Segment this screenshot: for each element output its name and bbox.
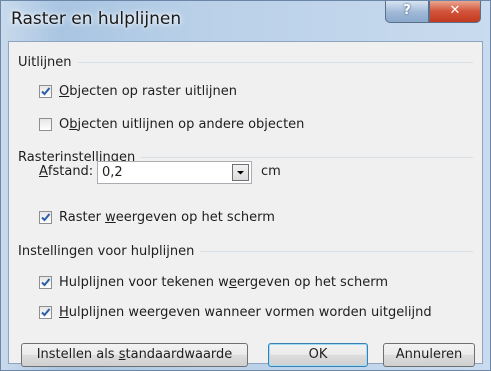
smart-guides-label: Hulplijnen weergeven wanneer vormen word… [59, 305, 432, 320]
dialog-window: Raster en hulplijnen ? ✕ Uitlijnen Objec… [0, 0, 491, 371]
checkbox-box[interactable] [39, 211, 52, 224]
title-bar: Raster en hulplijnen ? ✕ [1, 1, 490, 41]
checkmark-icon [41, 87, 51, 96]
spacing-unit: cm [261, 164, 281, 179]
ok-button[interactable]: OK [268, 343, 368, 367]
divider [200, 250, 473, 252]
set-as-default-button[interactable]: Instellen als standaardwaarde [21, 343, 248, 367]
snap-to-grid-label: Objecten op raster uitlijnen [59, 84, 237, 99]
spacing-combobox[interactable]: 0,2 [97, 161, 252, 184]
dialog-title: Raster en hulplijnen [11, 9, 182, 29]
divider [77, 61, 473, 63]
snap-to-objects-checkbox[interactable]: Objecten uitlijnen op andere objecten [39, 117, 304, 132]
help-icon: ? [403, 3, 411, 18]
close-button[interactable]: ✕ [429, 1, 481, 23]
drawing-guides-label: Hulplijnen voor tekenen weergeven op het… [59, 275, 388, 290]
spacing-label: Afstand: [39, 164, 94, 179]
drawing-guides-checkbox[interactable]: Hulplijnen voor tekenen weergeven op het… [39, 275, 388, 290]
guides-group-header: Instellingen voor hulplijnen [18, 243, 473, 259]
align-group-header: Uitlijnen [18, 54, 473, 70]
help-button[interactable]: ? [385, 1, 429, 23]
close-icon: ✕ [449, 3, 461, 18]
checkbox-box[interactable] [39, 306, 52, 319]
show-grid-label: Raster weergeven op het scherm [59, 210, 275, 225]
checkbox-box[interactable] [39, 118, 52, 131]
checkbox-box[interactable] [39, 85, 52, 98]
checkmark-icon [41, 213, 51, 222]
dropdown-button[interactable] [232, 164, 249, 181]
divider [141, 156, 473, 158]
smart-guides-checkbox[interactable]: Hulplijnen weergeven wanneer vormen word… [39, 305, 432, 320]
cancel-button[interactable]: Annuleren [383, 343, 475, 367]
guides-group-title: Instellingen voor hulplijnen [18, 243, 195, 259]
checkmark-icon [41, 308, 51, 317]
dialog-body: Uitlijnen Objecten op raster uitlijnen O… [8, 41, 483, 367]
chevron-down-icon [237, 171, 244, 175]
snap-to-objects-label: Objecten uitlijnen op andere objecten [59, 117, 305, 132]
snap-to-grid-checkbox[interactable]: Objecten op raster uitlijnen [39, 84, 237, 99]
checkbox-box[interactable] [39, 276, 52, 289]
checkmark-icon [41, 278, 51, 287]
show-grid-checkbox[interactable]: Raster weergeven op het scherm [39, 210, 275, 225]
spacing-value[interactable]: 0,2 [102, 165, 123, 180]
align-group-title: Uitlijnen [18, 54, 72, 70]
